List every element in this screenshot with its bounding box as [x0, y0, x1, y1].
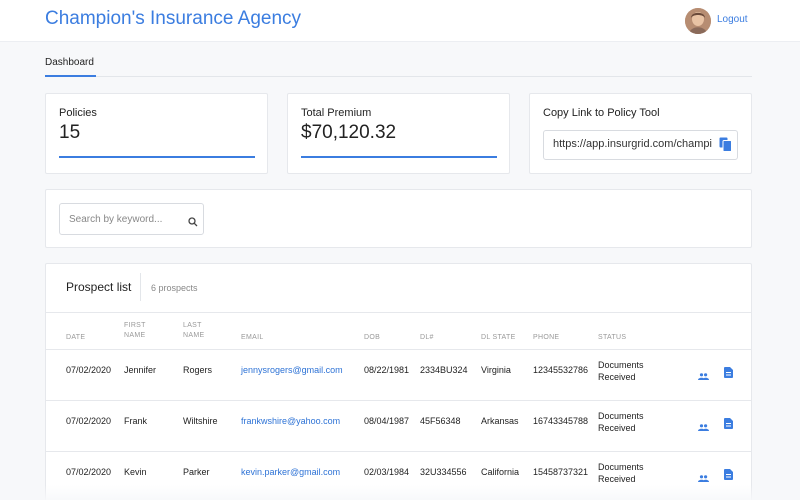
cell-status: Documents Received: [598, 359, 644, 383]
cell-email[interactable]: kevin.parker@gmail.com: [241, 466, 340, 478]
document-icon[interactable]: [724, 365, 733, 383]
column-header-dl: DL#: [420, 333, 434, 343]
column-header-line: PHONE: [533, 334, 560, 341]
prospect-count: 6 prospects: [151, 283, 198, 293]
row-divider: [46, 400, 751, 401]
cell-first: Kevin: [124, 467, 147, 477]
cell-dl: 2334BU324: [420, 365, 468, 375]
brand-title[interactable]: Champion's Insurance Agency: [45, 8, 301, 30]
column-header-line: DL STATE: [481, 334, 516, 341]
total-premium-bar: [301, 156, 497, 158]
prospect-list-title: Prospect list: [66, 280, 132, 294]
cell-dlstate: Virginia: [481, 365, 511, 375]
cell-dob: 08/04/1987: [364, 416, 410, 426]
cell-last: Wiltshire: [183, 416, 218, 426]
column-header-line: NAME: [183, 332, 205, 339]
cell-dob: 08/22/1981: [364, 365, 410, 375]
tab-bar: Dashboard: [45, 52, 752, 77]
document-icon[interactable]: [724, 467, 733, 485]
status-line: Received: [598, 474, 636, 484]
cell-dl: 45F56348: [420, 416, 461, 426]
policies-label: Policies: [59, 107, 97, 119]
bottom-fade: [0, 485, 800, 500]
policies-card: Policies 15: [45, 93, 268, 174]
copy-icon[interactable]: [719, 137, 732, 157]
column-header-line: DL#: [420, 334, 434, 341]
tab-dashboard[interactable]: Dashboard: [45, 52, 96, 77]
people-icon[interactable]: [698, 418, 709, 436]
logout-link[interactable]: Logout: [717, 14, 748, 25]
cell-phone: 15458737321: [533, 467, 589, 477]
column-header-line: STATUS: [598, 334, 627, 341]
row-divider: [46, 349, 751, 350]
column-header-first: FIRST NAME: [124, 321, 146, 341]
search-card: [45, 189, 752, 248]
column-header-dob: DOB: [364, 333, 380, 343]
cell-status: Documents Received: [598, 461, 644, 485]
cell-dlstate: Arkansas: [481, 416, 519, 426]
prospect-list-card: Prospect list 6 prospects DATE FIRST NAME L…: [45, 263, 752, 500]
column-header-dlstate: DL STATE: [481, 333, 516, 343]
cell-email[interactable]: jennysrogers@gmail.com: [241, 364, 343, 376]
cell-date: 07/02/2020: [66, 365, 112, 375]
total-premium-value: $70,120.32: [301, 122, 397, 143]
column-header-phone: PHONE: [533, 333, 559, 343]
cell-date: 07/02/2020: [66, 467, 112, 477]
row-divider: [46, 451, 751, 452]
column-header-status: STATUS: [598, 333, 626, 343]
policy-link-field[interactable]: https://app.insurgrid.com/champi: [543, 130, 738, 160]
search-icon[interactable]: [188, 214, 198, 232]
search-input[interactable]: [60, 204, 180, 234]
cell-last: Rogers: [183, 365, 213, 375]
status-line: Received: [598, 423, 636, 433]
search-box: [59, 203, 204, 235]
policies-bar: [59, 156, 255, 158]
status-line: Documents: [598, 462, 644, 472]
cell-email[interactable]: frankwshire@yahoo.com: [241, 415, 340, 427]
cell-first: Jennifer: [124, 365, 157, 375]
cell-first: Frank: [124, 416, 148, 426]
column-header-email: EMAIL: [241, 333, 264, 343]
title-divider: [140, 273, 141, 301]
cell-phone: 12345532786: [533, 365, 589, 375]
cell-dob: 02/03/1984: [364, 467, 410, 477]
policy-link-label: Copy Link to Policy Tool: [543, 107, 660, 119]
avatar[interactable]: [685, 8, 711, 34]
column-header-line: NAME: [124, 332, 146, 339]
top-bar: Champion's Insurance Agency Logout: [0, 0, 800, 42]
document-icon[interactable]: [724, 416, 733, 434]
cell-last: Parker: [183, 467, 210, 477]
status-line: Documents: [598, 411, 644, 421]
cell-date: 07/02/2020: [66, 416, 112, 426]
cell-dl: 32U334556: [420, 467, 467, 477]
column-header-last: LAST NAME: [183, 321, 204, 341]
column-header-line: DATE: [66, 334, 86, 341]
column-header-line: EMAIL: [241, 334, 264, 341]
policies-value: 15: [59, 122, 81, 143]
total-premium-card: Total Premium $70,120.32: [287, 93, 510, 174]
cell-status: Documents Received: [598, 410, 644, 434]
column-header-date: DATE: [66, 333, 85, 343]
cell-phone: 16743345788: [533, 416, 589, 426]
status-line: Documents: [598, 360, 644, 370]
column-header-line: FIRST: [124, 322, 146, 329]
status-line: Received: [598, 372, 636, 382]
policy-link-card: Copy Link to Policy Tool https://app.ins…: [529, 93, 752, 174]
cell-dlstate: California: [481, 467, 520, 477]
people-icon[interactable]: [698, 367, 709, 385]
column-header-line: LAST: [183, 322, 202, 329]
total-premium-label: Total Premium: [301, 107, 372, 119]
header-divider: [46, 312, 751, 313]
column-header-line: DOB: [364, 334, 381, 341]
